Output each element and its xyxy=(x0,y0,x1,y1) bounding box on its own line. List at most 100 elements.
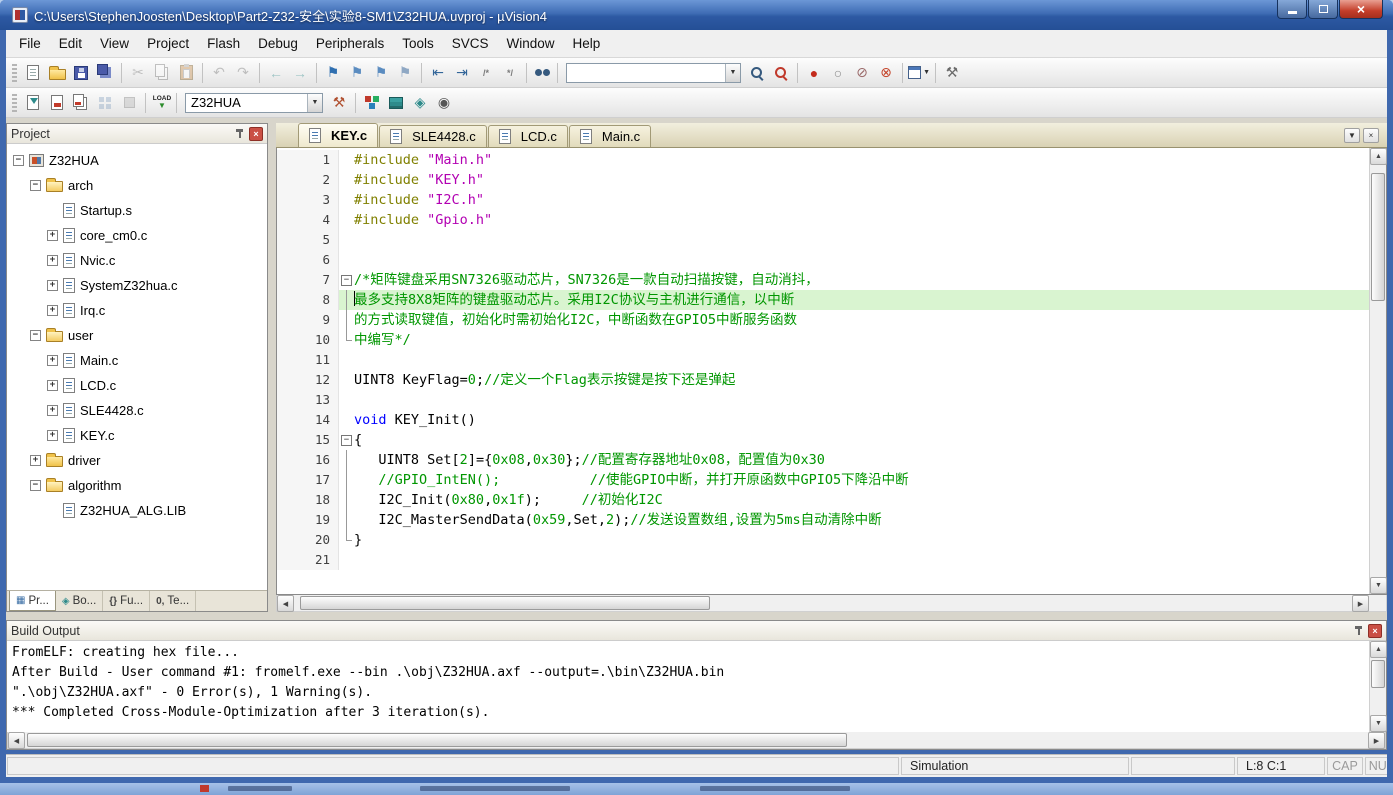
tree-expander[interactable]: + xyxy=(30,455,41,466)
window-layout-icon[interactable]: ▼ xyxy=(908,62,930,84)
fold-margin[interactable] xyxy=(339,430,354,450)
tree-item-LCD.c[interactable]: + LCD.c xyxy=(7,373,267,398)
new-file-icon[interactable] xyxy=(22,62,44,84)
target-select-combo[interactable]: Z32HUA ▼ xyxy=(185,92,323,113)
code-line-19[interactable]: 19 I2C_MasterSendData(0x59,Set,2);//发送设置… xyxy=(277,510,1369,530)
save-all-icon[interactable] xyxy=(94,62,116,84)
comment-selection-icon[interactable]: /* xyxy=(475,62,497,84)
tree-expander[interactable]: − xyxy=(30,180,41,191)
editor-tab-KEY.c[interactable]: KEY.c xyxy=(298,123,379,147)
toolbar-grip[interactable] xyxy=(12,63,17,82)
find-combo[interactable]: ▼ xyxy=(566,62,741,83)
tree-item-Z32HUA_ALG.LIB[interactable]: Z32HUA_ALG.LIB xyxy=(7,498,267,523)
tree-item-SystemZ32hua.c[interactable]: + SystemZ32hua.c xyxy=(7,273,267,298)
software-packs-icon[interactable]: ◈ xyxy=(409,92,431,114)
nav-back-icon[interactable]: ← xyxy=(265,62,287,84)
code-line-2[interactable]: 2 #include "KEY.h" xyxy=(277,170,1369,190)
build-output-vertical-scrollbar[interactable]: ▲ ▼ xyxy=(1369,641,1387,732)
find-icon[interactable] xyxy=(746,62,768,84)
configure-tools-icon[interactable]: ⚒ xyxy=(941,62,963,84)
scroll-down-button[interactable]: ▼ xyxy=(1370,577,1387,594)
scroll-left-button[interactable]: ◀ xyxy=(8,732,25,749)
code-line-13[interactable]: 13 xyxy=(277,390,1369,410)
line-number[interactable]: 18 xyxy=(277,490,339,510)
fold-margin[interactable] xyxy=(339,370,354,390)
copy-icon[interactable] xyxy=(151,62,173,84)
line-number[interactable]: 6 xyxy=(277,250,339,270)
tree-item-Startup.s[interactable]: Startup.s xyxy=(7,198,267,223)
code-line-20[interactable]: 20} xyxy=(277,530,1369,550)
h-scrollbar-track[interactable] xyxy=(25,732,1368,748)
code-line-8[interactable]: 8 最多支持8X8矩阵的键盘驱动芯片。采用I2C协议与主机进行通信，以中断 xyxy=(277,290,1369,310)
tree-expander[interactable]: + xyxy=(47,230,58,241)
tree-item-arch[interactable]: − arch xyxy=(7,173,267,198)
line-number[interactable]: 2 xyxy=(277,170,339,190)
fold-margin[interactable] xyxy=(339,190,354,210)
line-number[interactable]: 16 xyxy=(277,450,339,470)
line-number[interactable]: 3 xyxy=(277,190,339,210)
h-scrollbar-thumb[interactable] xyxy=(300,596,710,610)
editor-horizontal-scrollbar[interactable]: ◀ ▶ xyxy=(276,595,1387,612)
translate-file-icon[interactable] xyxy=(22,92,44,114)
line-number[interactable]: 19 xyxy=(277,510,339,530)
code-line-3[interactable]: 3 #include "I2C.h" xyxy=(277,190,1369,210)
tree-item-Nvic.c[interactable]: + Nvic.c xyxy=(7,248,267,273)
menu-window[interactable]: Window xyxy=(497,32,563,55)
templates-tab[interactable]: 0, Te... xyxy=(150,591,197,611)
scrollbar-thumb[interactable] xyxy=(1371,660,1385,688)
code-line-10[interactable]: 10 中编写*/ xyxy=(277,330,1369,350)
tree-item-algorithm[interactable]: − algorithm xyxy=(7,473,267,498)
menu-tools[interactable]: Tools xyxy=(393,32,443,55)
h-scrollbar-track[interactable] xyxy=(294,595,1352,611)
project-tab[interactable]: ▦ Pr... xyxy=(9,591,56,611)
indent-left-icon[interactable]: ⇤ xyxy=(427,62,449,84)
menu-file[interactable]: File xyxy=(10,32,50,55)
fold-margin[interactable] xyxy=(339,290,354,310)
line-number[interactable]: 1 xyxy=(277,150,339,170)
line-number[interactable]: 17 xyxy=(277,470,339,490)
code-line-6[interactable]: 6 xyxy=(277,250,1369,270)
code-line-1[interactable]: 1 #include "Main.h" xyxy=(277,150,1369,170)
fold-margin[interactable] xyxy=(339,390,354,410)
tree-expander[interactable]: + xyxy=(47,430,58,441)
pin-icon[interactable] xyxy=(233,127,246,140)
code-line-15[interactable]: 15 { xyxy=(277,430,1369,450)
build-output-close-icon[interactable]: × xyxy=(1368,623,1382,638)
code-line-9[interactable]: 9 的方式读取键值，初始化时需初始化I2C，中断函数在GPIO5中断服务函数 xyxy=(277,310,1369,330)
build-output-header[interactable]: Build Output × xyxy=(7,621,1386,641)
scrollbar-track[interactable] xyxy=(1370,165,1386,577)
target-options-icon[interactable]: ⚒ xyxy=(328,92,350,114)
find-combo-dropdown-icon[interactable]: ▼ xyxy=(725,63,740,82)
line-number[interactable]: 12 xyxy=(277,370,339,390)
build-output-horizontal-scrollbar[interactable]: ◀ ▶ xyxy=(7,732,1386,749)
line-number[interactable]: 15 xyxy=(277,430,339,450)
environment-icon[interactable]: ◉ xyxy=(433,92,455,114)
bookmark-clear-all-icon[interactable]: ⚑ xyxy=(394,62,416,84)
fold-margin[interactable] xyxy=(339,510,354,530)
tree-expander[interactable]: + xyxy=(47,405,58,416)
download-icon[interactable]: LOAD xyxy=(151,92,173,114)
fold-margin[interactable] xyxy=(339,150,354,170)
scroll-up-button[interactable]: ▲ xyxy=(1370,148,1387,165)
toolbar-grip[interactable] xyxy=(12,93,17,112)
nav-forward-icon[interactable]: → xyxy=(289,62,311,84)
fold-margin[interactable] xyxy=(339,170,354,190)
code-editor[interactable]: 1 #include "Main.h" 2 #include "KEY.h" 3 #inc… xyxy=(277,148,1369,594)
open-file-icon[interactable] xyxy=(46,62,68,84)
line-number[interactable]: 11 xyxy=(277,350,339,370)
undo-icon[interactable]: ↶ xyxy=(208,62,230,84)
cut-icon[interactable]: ✂ xyxy=(127,62,149,84)
line-number[interactable]: 10 xyxy=(277,330,339,350)
menu-project[interactable]: Project xyxy=(138,32,198,55)
build-target-icon[interactable] xyxy=(46,92,68,114)
enable-disable-breakpoint-icon[interactable]: ○ xyxy=(827,62,849,84)
scrollbar-thumb[interactable] xyxy=(1371,173,1385,301)
title-bar[interactable]: C:\Users\StephenJoosten\Desktop\Part2-Z3… xyxy=(0,0,1393,30)
scroll-up-button[interactable]: ▲ xyxy=(1370,641,1387,658)
fold-margin[interactable] xyxy=(339,550,354,570)
editor-tab-LCD.c[interactable]: LCD.c xyxy=(487,125,568,147)
target-combo-dropdown-icon[interactable]: ▼ xyxy=(307,93,322,112)
fold-margin[interactable] xyxy=(339,350,354,370)
incremental-find-icon[interactable] xyxy=(770,62,792,84)
kill-all-breakpoints-icon[interactable]: ⊗ xyxy=(875,62,897,84)
